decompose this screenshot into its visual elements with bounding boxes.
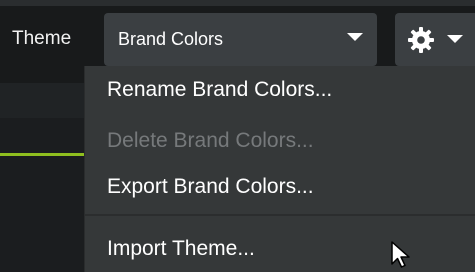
chevron-down-icon: [447, 35, 463, 43]
menu-item-delete-brand-colors: Delete Brand Colors...: [107, 129, 314, 152]
theme-options-menu: Rename Brand Colors... Delete Brand Colo…: [84, 66, 475, 272]
timeline-panel-header: [0, 83, 84, 118]
app-window: Theme Brand Colors Rename Brand Colors..…: [0, 0, 475, 272]
menu-item-rename-brand-colors[interactable]: Rename Brand Colors...: [107, 78, 332, 102]
mouse-pointer-icon: [391, 241, 410, 268]
toolbar-top-strip: [0, 0, 475, 6]
gear-icon: [408, 27, 434, 53]
chevron-down-icon: [347, 33, 363, 41]
theme-select-value: Brand Colors: [118, 29, 224, 49]
timeline-accent-line: [0, 153, 84, 156]
menu-item-export-brand-colors[interactable]: Export Brand Colors...: [107, 175, 314, 199]
menu-item-import-theme[interactable]: Import Theme...: [107, 237, 255, 261]
theme-settings-button[interactable]: [395, 13, 475, 66]
menu-separator: [85, 214, 475, 216]
theme-select[interactable]: Brand Colors: [104, 13, 377, 66]
theme-label: Theme: [12, 28, 72, 49]
